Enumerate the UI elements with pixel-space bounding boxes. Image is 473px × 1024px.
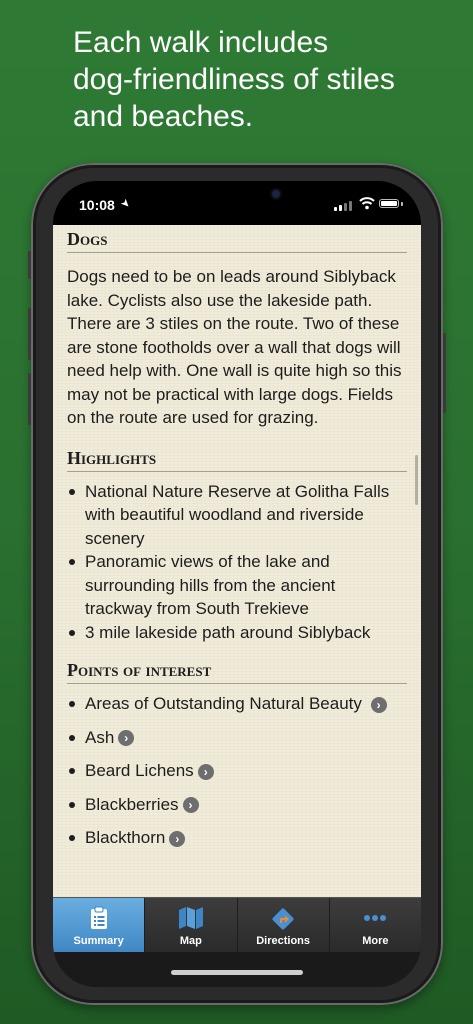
chevron-right-icon[interactable]: › (197, 763, 214, 780)
home-indicator-area (53, 952, 421, 987)
poi-item[interactable]: Beard Lichens › (67, 759, 407, 783)
phone-screen: 10:08 ➤ Dogs Dogs need to be on leads ar… (53, 181, 421, 987)
battery-icon (379, 199, 399, 208)
map-icon (178, 907, 203, 929)
volume-down-button (28, 373, 31, 425)
poi-label: Beard Lichens (85, 761, 194, 780)
directions-icon (272, 908, 294, 930)
dogs-text: Dogs need to be on leads around Siblybac… (67, 267, 402, 427)
walk-summary-content[interactable]: Dogs Dogs need to be on leads around Sib… (53, 225, 421, 897)
power-button (443, 333, 446, 413)
chevron-right-icon[interactable]: › (182, 797, 199, 814)
promo-line-3: and beaches. (73, 100, 254, 133)
poi-item[interactable]: Ash › (67, 726, 407, 750)
list-item: 3 mile lakeside path around Siblyback (67, 621, 407, 645)
tab-summary[interactable]: Summary (53, 898, 146, 953)
tab-directions[interactable]: Directions (238, 898, 330, 953)
tab-label: Directions (256, 935, 311, 947)
poi-item[interactable]: Blackthorn › (67, 826, 407, 850)
poi-label: Areas of Outstanding Natural Beauty (85, 694, 362, 713)
highlights-heading: Highlights (67, 448, 407, 472)
tab-more[interactable]: More (330, 898, 421, 953)
volume-up-button (28, 308, 31, 360)
mute-switch (28, 251, 31, 279)
highlights-list: National Nature Reserve at Golitha Falls… (67, 480, 407, 645)
poi-item[interactable]: Areas of Outstanding Natural Beauty › (67, 692, 407, 716)
chevron-right-icon[interactable]: › (370, 696, 387, 713)
cellular-signal-icon (334, 201, 352, 211)
status-bar: 10:08 ➤ (53, 181, 421, 225)
tab-map[interactable]: Map (145, 898, 238, 953)
promo-caption: Each walk includes dog-friendliness of s… (73, 24, 453, 135)
wifi-icon (359, 197, 375, 210)
phone-frame: 10:08 ➤ Dogs Dogs need to be on leads ar… (28, 163, 446, 1005)
poi-label: Blackberries (85, 794, 179, 814)
more-icon (364, 915, 387, 921)
tab-bar: Summary Map Directions More (53, 897, 421, 953)
poi-item[interactable]: Blackberries › (67, 793, 407, 817)
home-indicator[interactable] (171, 970, 303, 975)
list-item: Panoramic views of the lake and surround… (67, 550, 407, 621)
poi-label: Blackthorn (85, 828, 166, 847)
location-arrow-icon: ➤ (117, 196, 133, 212)
tab-label: Summary (73, 935, 124, 947)
tab-label: More (362, 935, 389, 947)
poi-label: Ash (85, 727, 115, 747)
dogs-heading: Dogs (67, 229, 407, 253)
chevron-right-icon[interactable]: › (118, 730, 135, 747)
list-item: National Nature Reserve at Golitha Falls… (67, 480, 407, 551)
promo-line-2: dog-friendliness of stiles (73, 63, 395, 96)
front-camera (272, 190, 280, 198)
scroll-indicator[interactable] (415, 455, 418, 505)
points-of-interest-list: Areas of Outstanding Natural Beauty › As… (67, 692, 407, 850)
status-time: 10:08 (79, 197, 115, 213)
tab-label: Map (179, 935, 202, 947)
clipboard-icon (90, 906, 107, 929)
chevron-right-icon[interactable]: › (169, 830, 186, 847)
battery-tip (401, 202, 403, 206)
promo-line-1: Each walk includes (73, 26, 329, 59)
points-of-interest-heading: Points of interest (67, 660, 407, 684)
